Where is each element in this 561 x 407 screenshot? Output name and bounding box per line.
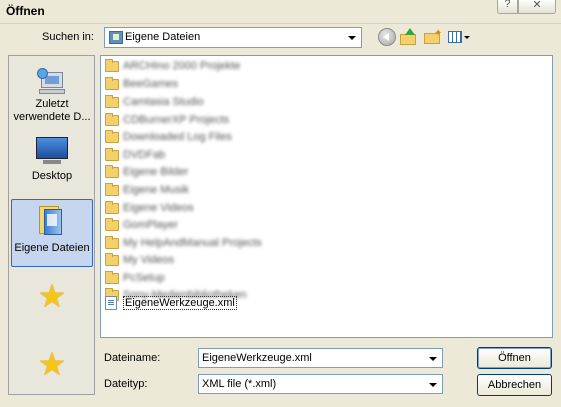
file-name: CDBurnerXP Projects	[123, 114, 230, 126]
folder-icon	[105, 59, 119, 72]
star-icon: ★	[37, 277, 67, 315]
lookin-value: Eigene Dateien	[125, 31, 201, 43]
file-list[interactable]: ARCHIno 2000 Projekte BeeGames Camtasia …	[100, 55, 553, 338]
chevron-down-icon[interactable]	[425, 351, 440, 366]
lookin-dropdown[interactable]: Eigene Dateien	[104, 27, 362, 48]
filetype-label: Dateityp:	[104, 378, 148, 390]
chevron-down-icon[interactable]	[425, 377, 440, 392]
title-bar: Öffnen ? ✕	[0, 0, 561, 24]
file-name: EigeneWerkzeuge.xml	[123, 296, 237, 310]
my-documents-icon	[39, 206, 65, 238]
lookin-label: Suchen in:	[42, 31, 94, 43]
window-title: Öffnen	[6, 4, 45, 18]
help-button[interactable]: ?	[497, 0, 518, 14]
open-button[interactable]: Öffnen	[477, 347, 552, 369]
folder-icon	[105, 271, 119, 284]
file-name: ARCHIno 2000 Projekte	[123, 60, 241, 72]
folder-icon	[105, 77, 119, 90]
place-label: Zuletzt verwendete D...	[13, 98, 91, 123]
folder-icon	[105, 130, 119, 143]
filetype-dropdown[interactable]: XML file (*.xml)	[198, 374, 443, 394]
recent-documents-icon	[37, 66, 67, 96]
star-icon: ★	[37, 345, 67, 383]
folder-icon	[105, 165, 119, 178]
place-label: Eigene Dateien	[14, 242, 90, 254]
file-name: DVDFab	[123, 149, 166, 161]
file-name: PcSetup	[123, 272, 165, 284]
xml-file-icon	[105, 296, 117, 310]
place-my-documents[interactable]: Eigene Dateien	[11, 199, 93, 267]
folder-icon	[105, 236, 119, 249]
view-menu-icon[interactable]	[448, 28, 470, 46]
file-name: Eigene Musik	[123, 184, 190, 196]
folder-icon	[105, 253, 119, 266]
close-icon: ✕	[532, 0, 542, 11]
file-name: My Videos	[123, 254, 175, 266]
folder-icon	[105, 113, 119, 126]
folder-icon	[105, 218, 119, 231]
new-folder-icon[interactable]: ✦	[424, 28, 442, 46]
place-desktop[interactable]: Desktop	[11, 132, 93, 188]
filename-value: EigeneWerkzeuge.xml	[202, 352, 312, 364]
folder-icon	[105, 95, 119, 108]
filename-field[interactable]: EigeneWerkzeuge.xml	[198, 348, 443, 368]
cancel-button[interactable]: Abbrechen	[477, 374, 552, 396]
file-name: Eigene Bilder	[123, 166, 189, 178]
close-button[interactable]: ✕	[518, 0, 556, 14]
filetype-value: XML file (*.xml)	[202, 378, 277, 390]
file-name: My HelpAndManual Projects	[123, 237, 262, 249]
back-icon[interactable]	[378, 28, 396, 46]
help-icon: ?	[504, 0, 511, 10]
file-name: BeeGames	[123, 78, 179, 90]
place-recent[interactable]: Zuletzt verwendete D...	[11, 62, 93, 124]
places-bar: Zuletzt verwendete D... Desktop Eigene D…	[8, 55, 95, 395]
filename-label: Dateiname:	[104, 352, 161, 364]
my-documents-icon	[109, 31, 123, 44]
file-name: GomPlayer	[123, 219, 179, 231]
place-favorite-2[interactable]: ★	[11, 339, 93, 389]
file-name: Camtasia Studio	[123, 96, 204, 108]
folder-icon	[105, 201, 119, 214]
place-favorite-1[interactable]: ★	[11, 271, 93, 321]
chevron-down-icon[interactable]	[344, 30, 359, 45]
file-name: Downloaded Log Files	[123, 131, 232, 143]
folder-icon	[105, 148, 119, 161]
place-label: Desktop	[31, 170, 73, 182]
folder-icon	[105, 183, 119, 196]
file-name: Eigene Videos	[123, 202, 194, 214]
up-folder-icon[interactable]	[400, 28, 418, 46]
desktop-icon	[35, 136, 69, 166]
